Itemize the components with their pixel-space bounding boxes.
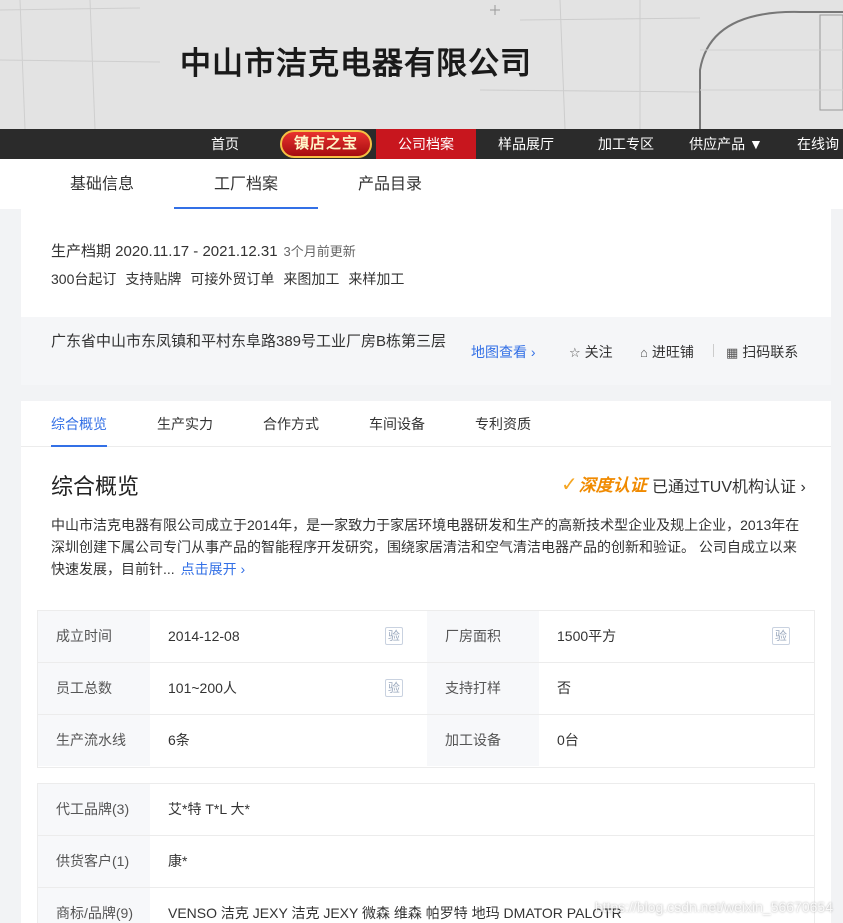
nav-supply-products[interactable]: 供应产品 ▼ bbox=[683, 129, 769, 159]
info-value: 101~200人 bbox=[168, 680, 237, 696]
info-label: 供货客户(1) bbox=[38, 836, 150, 887]
content-tabs: 综合概览 生产实力 合作方式 车间设备 专利资质 bbox=[21, 401, 831, 447]
action-divider bbox=[713, 344, 714, 357]
info-label: 商标/品牌(9) bbox=[38, 888, 150, 923]
info-value: 0台 bbox=[557, 732, 579, 748]
check-icon: ✓ bbox=[561, 474, 578, 496]
tag-sample: 来样加工 bbox=[348, 271, 405, 287]
tag-drawing: 来图加工 bbox=[283, 271, 340, 287]
follow-button[interactable]: ☆ 关注 bbox=[569, 342, 613, 362]
nav-samples[interactable]: 样品展厅 bbox=[490, 129, 562, 159]
production-period: 生产档期 2020.11.17 - 2021.12.31 3个月前更新 bbox=[51, 240, 356, 261]
table-row: 员工总数 101~200人 验 支持打样 否 bbox=[38, 663, 814, 715]
tab-factory-profile[interactable]: 工厂档案 bbox=[174, 159, 318, 209]
description-text: 中山市洁克电器有限公司成立于2014年，是一家致力于家居环境电器研发和生产的高新… bbox=[51, 517, 800, 577]
production-period-text: 生产档期 2020.11.17 - 2021.12.31 bbox=[51, 243, 278, 260]
profile-subtabs: 基础信息 工厂档案 产品目录 bbox=[0, 159, 843, 209]
qrcode-icon: ▦ bbox=[726, 345, 739, 360]
company-address: 广东省中山市东凤镇和平村东阜路389号工业厂房B栋第三层 bbox=[51, 333, 447, 350]
info-label: 成立时间 bbox=[38, 611, 150, 662]
table-row: 代工品牌(3) 艾*特 T*L 大* bbox=[38, 784, 814, 836]
info-value: 否 bbox=[557, 680, 571, 696]
address-bar: 广东省中山市东凤镇和平村东阜路389号工业厂房B栋第三层 地图查看 › ☆ 关注 … bbox=[21, 317, 831, 385]
tab-overview[interactable]: 综合概览 bbox=[51, 401, 107, 447]
info-label: 生产流水线 bbox=[38, 715, 150, 766]
tag-export: 可接外贸订单 bbox=[190, 271, 275, 287]
tab-workshop-equipment[interactable]: 车间设备 bbox=[369, 401, 425, 447]
nav-home[interactable]: 首页 bbox=[200, 129, 250, 159]
tab-patents[interactable]: 专利资质 bbox=[475, 401, 531, 447]
table-row: 成立时间 2014-12-08 验 厂房面积 1500平方 验 bbox=[38, 611, 814, 663]
info-value: 1500平方 bbox=[557, 628, 617, 644]
main-nav: 首页 镇店之宝 公司档案 样品展厅 加工专区 供应产品 ▼ 在线询 bbox=[0, 129, 843, 159]
expand-link[interactable]: 点击展开 › bbox=[181, 561, 246, 577]
overview-card: 综合概览 生产实力 合作方式 车间设备 专利资质 综合概览 ✓深度认证 已通过T… bbox=[21, 401, 831, 923]
info-value: 6条 bbox=[168, 732, 190, 748]
update-time: 3个月前更新 bbox=[283, 244, 356, 259]
cert-logo-text: 深度认证 bbox=[578, 476, 647, 495]
nav-company-profile[interactable]: 公司档案 bbox=[376, 129, 476, 159]
info-label: 支持打样 bbox=[427, 663, 539, 714]
info-value: 康* bbox=[168, 853, 188, 869]
company-description: 中山市洁克电器有限公司成立于2014年，是一家致力于家居环境电器研发和生产的高新… bbox=[51, 514, 805, 580]
info-label: 加工设备 bbox=[427, 715, 539, 766]
verified-badge: 验 bbox=[385, 627, 403, 645]
nav-featured-badge[interactable]: 镇店之宝 bbox=[280, 130, 372, 158]
nav-online-inquiry[interactable]: 在线询 bbox=[790, 129, 843, 159]
certification-logo: ✓深度认证 bbox=[561, 471, 647, 497]
info-label: 厂房面积 bbox=[427, 611, 539, 662]
map-view-link[interactable]: 地图查看 › bbox=[471, 342, 536, 362]
follow-label: 关注 bbox=[584, 344, 613, 360]
production-card: 生产档期 2020.11.17 - 2021.12.31 3个月前更新 300台起… bbox=[21, 209, 831, 317]
info-value: VENSO 洁克 JEXY 洁克 JEXY 微森 维森 帕罗特 地玛 DMATO… bbox=[168, 905, 622, 921]
tab-product-catalog[interactable]: 产品目录 bbox=[342, 159, 438, 209]
info-value: 艾*特 T*L 大* bbox=[168, 801, 250, 817]
tag-oem: 支持贴牌 bbox=[125, 271, 182, 287]
tag-min-order: 300台起订 bbox=[51, 271, 117, 287]
info-label: 员工总数 bbox=[38, 663, 150, 714]
header-banner: 中山市洁克电器有限公司 bbox=[0, 0, 843, 129]
table-row: 生产流水线 6条 加工设备 0台 bbox=[38, 715, 814, 767]
table-row: 供货客户(1) 康* bbox=[38, 836, 814, 888]
info-label: 代工品牌(3) bbox=[38, 784, 150, 835]
tab-cooperation[interactable]: 合作方式 bbox=[263, 401, 319, 447]
visit-shop-label: 进旺铺 bbox=[651, 344, 694, 360]
scan-contact-label: 扫码联系 bbox=[742, 344, 799, 360]
tab-production-capacity[interactable]: 生产实力 bbox=[157, 401, 213, 447]
nav-processing[interactable]: 加工专区 bbox=[590, 129, 662, 159]
certification-link[interactable]: 已通过TUV机构认证 › bbox=[652, 473, 806, 497]
company-info-table: 成立时间 2014-12-08 验 厂房面积 1500平方 验 员工总数 101… bbox=[37, 610, 815, 768]
company-name: 中山市洁克电器有限公司 bbox=[180, 46, 532, 81]
star-icon: ☆ bbox=[569, 345, 581, 360]
visit-shop-button[interactable]: ⌂ 进旺铺 bbox=[640, 342, 694, 362]
section-title: 综合概览 bbox=[51, 474, 140, 499]
watermark: https://blog.csdn.net/weixin_56670654 bbox=[594, 899, 833, 915]
info-value: 2014-12-08 bbox=[168, 628, 240, 644]
tab-basic-info[interactable]: 基础信息 bbox=[54, 159, 150, 209]
service-tags: 300台起订 支持贴牌 可接外贸订单 来图加工 来样加工 bbox=[51, 269, 413, 289]
verified-badge: 验 bbox=[385, 679, 403, 697]
shop-icon: ⌂ bbox=[640, 345, 648, 360]
scan-contact-button[interactable]: ▦ 扫码联系 bbox=[726, 342, 798, 362]
verified-badge: 验 bbox=[772, 627, 790, 645]
